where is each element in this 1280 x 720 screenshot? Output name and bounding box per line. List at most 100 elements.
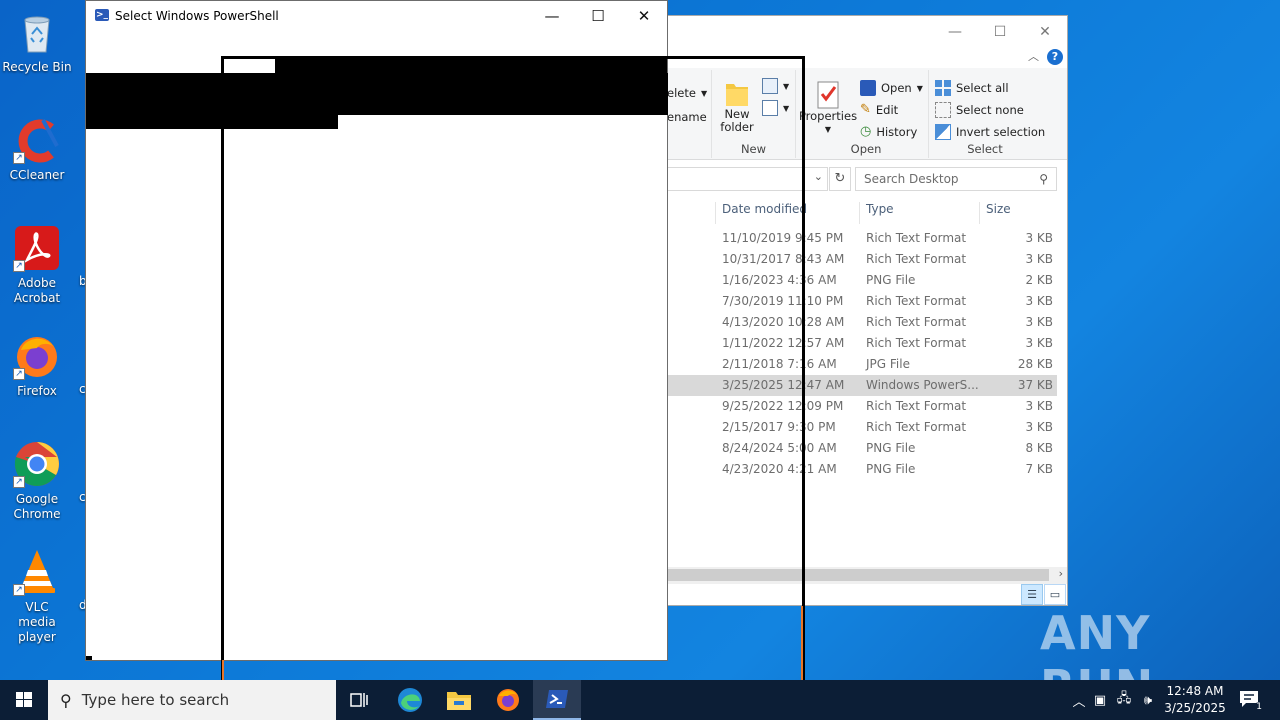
console-cursor [86, 656, 92, 660]
powershell-window-title: Select Windows PowerShell [115, 9, 279, 23]
powershell-minimize-button[interactable]: — [529, 1, 575, 32]
file-row[interactable]: 1/11/2022 12:57 AM Rich Text Format 3 KB [601, 333, 1057, 354]
easy-access-icon [762, 100, 778, 116]
desktop-icon-label: Google Chrome [13, 492, 61, 521]
easy-access-button[interactable]: ▼ [762, 100, 789, 116]
desktop-icon-label: Recycle Bin [2, 60, 72, 74]
start-button[interactable] [0, 680, 48, 720]
explorer-minimize-button[interactable]: — [932, 20, 978, 44]
network-icon[interactable]: 🖧 [1112, 689, 1136, 711]
desktop-icon-adobe-acrobat[interactable]: ↗ Adobe Acrobat [2, 224, 72, 306]
task-view-button[interactable] [336, 680, 384, 720]
refresh-icon[interactable]: ↻ [829, 167, 851, 191]
new-item-icon [762, 78, 778, 94]
column-type[interactable]: Type [866, 202, 894, 216]
explorer-titlebar: — ☐ ✕ [601, 16, 1067, 48]
volume-icon[interactable]: 🕪 [1136, 693, 1160, 708]
open-button[interactable]: Open ▼ [860, 80, 923, 96]
horizontal-scrollbar[interactable]: › [601, 567, 1067, 584]
large-icons-view-icon[interactable]: ▭ [1044, 584, 1066, 605]
invert-selection-icon [935, 124, 951, 140]
file-date-modified: 8/24/2024 5:00 AM [722, 441, 837, 455]
history-button[interactable]: ◷ History [860, 124, 917, 139]
taskbar-powershell[interactable] [533, 680, 581, 720]
edit-button[interactable]: ✎ Edit [860, 102, 898, 117]
taskbar-firefox[interactable] [484, 680, 532, 720]
properties-button[interactable]: Properties ▼ [798, 80, 858, 136]
file-type: Windows PowerS... [866, 378, 979, 392]
column-date-modified[interactable]: Date modified [722, 202, 807, 216]
file-size: 3 KB [1025, 336, 1053, 350]
desktop-icon-vlc[interactable]: ↗ VLC media player [2, 548, 72, 645]
desktop-icon-recycle-bin[interactable]: Recycle Bin [2, 8, 72, 75]
file-row[interactable]: 2/11/2018 7:16 AM JPG File 28 KB [601, 354, 1057, 375]
file-size: 3 KB [1025, 420, 1053, 434]
collapse-ribbon-icon[interactable]: ︿ [1028, 48, 1039, 64]
ribbon-group-label: Open [850, 142, 882, 156]
rename-label: ename [667, 110, 707, 124]
powershell-close-button[interactable]: ✕ [621, 1, 667, 32]
ccleaner-icon: ↗ [13, 116, 61, 164]
file-date-modified: 11/10/2019 9:45 PM [722, 231, 844, 245]
details-view-icon[interactable]: ☰ [1021, 584, 1043, 605]
overlay-edge-line [801, 606, 803, 680]
taskbar-search-box[interactable]: ⚲ Type here to search [48, 680, 336, 720]
select-all-label: Select all [956, 81, 1009, 95]
powershell-maximize-button[interactable]: ☐ [575, 1, 621, 32]
clock-date: 3/25/2025 [1164, 701, 1226, 715]
properties-label: Properties [798, 109, 858, 123]
file-row[interactable]: 2/15/2017 9:30 PM Rich Text Format 3 KB [601, 417, 1057, 438]
open-label: Open [881, 81, 912, 95]
file-row[interactable]: 7/30/2019 11:10 PM Rich Text Format 3 KB [601, 291, 1057, 312]
taskbar-edge[interactable] [386, 680, 434, 720]
file-row[interactable]: 4/13/2020 10:28 AM Rich Text Format 3 KB [601, 312, 1057, 333]
ribbon-group-select: Select all Select none Invert selection … [929, 70, 1045, 158]
powershell-titlebar[interactable]: >_ Select Windows PowerShell — ☐ ✕ [86, 1, 667, 32]
explorer-maximize-button[interactable]: ☐ [977, 20, 1023, 44]
select-none-icon [935, 102, 951, 118]
new-item-button[interactable]: ▼ [762, 78, 789, 94]
new-folder-icon [726, 84, 748, 106]
file-explorer-window: — ☐ ✕ ︿ ? elete ▼ ename New folder ▼ ▼ Ne… [600, 15, 1068, 606]
delete-button[interactable]: elete ▼ [667, 86, 707, 100]
scroll-right-icon[interactable]: › [1059, 567, 1063, 580]
file-row[interactable]: 9/25/2022 12:09 PM Rich Text Format 3 KB [601, 396, 1057, 417]
desktop-icon-firefox[interactable]: ↗ Firefox [2, 332, 72, 399]
scrollbar-thumb[interactable] [601, 569, 1049, 581]
file-row[interactable]: 11/10/2019 9:45 PM Rich Text Format 3 KB [601, 228, 1057, 249]
file-date-modified: 3/25/2025 12:47 AM [722, 378, 845, 392]
select-all-button[interactable]: Select all [935, 80, 1009, 96]
file-row[interactable]: 3/25/2025 12:47 AM Windows PowerS... 37 KB [601, 375, 1057, 396]
file-row[interactable]: 1/16/2023 4:36 AM PNG File 2 KB [601, 270, 1057, 291]
taskbar-clock[interactable]: 12:48 AM 3/25/2025 [1160, 683, 1230, 717]
desktop-icon-google-chrome[interactable]: ↗ Google Chrome [2, 440, 72, 522]
device-icon[interactable]: ▣ [1088, 693, 1112, 708]
file-size: 3 KB [1025, 294, 1053, 308]
desktop-icon-ccleaner[interactable]: ↗ CCleaner [2, 116, 72, 183]
acrobat-icon: ↗ [13, 224, 61, 272]
dropdown-arrow-icon: ▼ [700, 88, 708, 98]
history-icon: ◷ [860, 124, 872, 139]
invert-selection-button[interactable]: Invert selection [935, 124, 1045, 140]
file-row[interactable]: 4/23/2020 4:21 AM PNG File 7 KB [601, 459, 1057, 480]
dropdown-arrow-icon: ▼ [783, 103, 790, 113]
column-headers: Date modified Type Size [601, 199, 1067, 224]
select-none-button[interactable]: Select none [935, 102, 1024, 118]
file-row[interactable]: 8/24/2024 5:00 AM PNG File 8 KB [601, 438, 1057, 459]
taskbar-file-explorer[interactable] [435, 680, 483, 720]
select-all-icon [935, 80, 951, 96]
help-icon[interactable]: ? [1047, 49, 1063, 65]
desktop-icon-label: Firefox [17, 384, 57, 398]
column-size[interactable]: Size [986, 202, 1011, 216]
search-desktop-input[interactable]: Search Desktop ⚲ [855, 167, 1057, 191]
file-size: 2 KB [1025, 273, 1053, 287]
notification-center-button[interactable]: 1 [1238, 688, 1264, 712]
explorer-close-button[interactable]: ✕ [1022, 20, 1068, 44]
chevron-down-icon[interactable]: ⌄ [814, 170, 823, 183]
rename-button[interactable]: ename [667, 110, 707, 124]
file-row[interactable]: 10/31/2017 8:43 AM Rich Text Format 3 KB [601, 249, 1057, 270]
show-hidden-icons-icon[interactable]: ︿ [1070, 691, 1088, 710]
open-icon [860, 80, 876, 96]
dropdown-arrow-icon: ▼ [824, 125, 832, 134]
new-folder-button[interactable]: New folder [719, 78, 755, 134]
